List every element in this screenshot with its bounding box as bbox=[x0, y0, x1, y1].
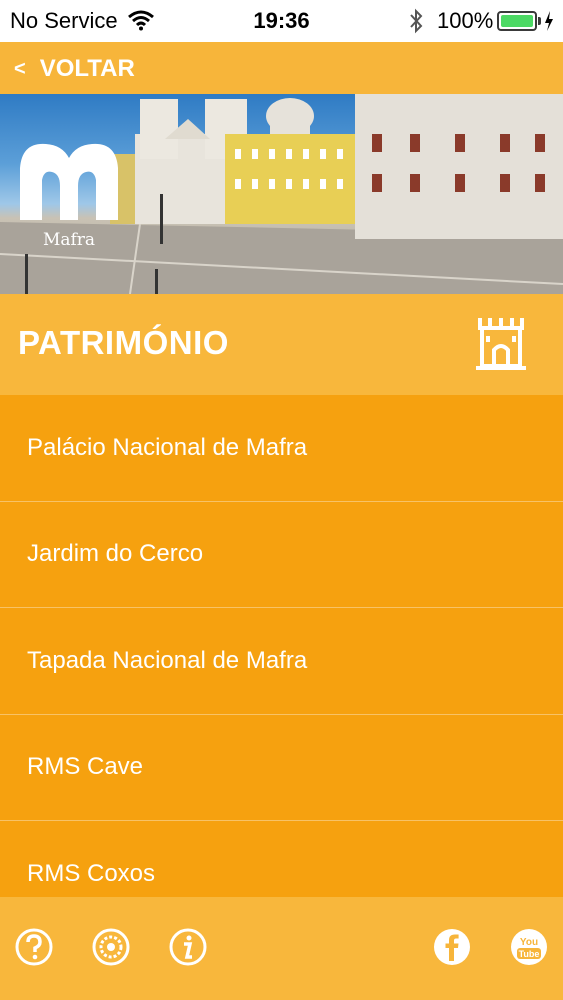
list-item[interactable]: Palácio Nacional de Mafra bbox=[0, 395, 563, 502]
back-label: VOLTAR bbox=[39, 55, 135, 82]
footer-toolbar: You Tube bbox=[0, 897, 563, 1000]
list-item-label: Jardim do Cerco bbox=[27, 540, 204, 568]
list-item[interactable]: Jardim do Cerco bbox=[0, 502, 563, 608]
list-item[interactable]: Tapada Nacional de Mafra bbox=[0, 608, 563, 715]
battery-icon bbox=[497, 11, 537, 31]
help-icon[interactable] bbox=[14, 927, 54, 967]
logo-text: Mafra bbox=[42, 230, 96, 250]
info-icon[interactable] bbox=[168, 927, 208, 967]
list-item[interactable]: RMS Coxos bbox=[0, 821, 563, 897]
castle-icon bbox=[476, 318, 526, 370]
chevron-left-icon: < bbox=[14, 57, 26, 80]
battery-nub bbox=[538, 17, 541, 25]
battery-percent: 100% bbox=[437, 8, 494, 33]
charging-icon bbox=[545, 11, 553, 31]
list-item[interactable]: RMS Cave bbox=[0, 715, 563, 821]
list-item-label: Palácio Nacional de Mafra bbox=[27, 433, 308, 461]
facebook-icon[interactable] bbox=[432, 927, 472, 967]
youtube-text-bottom: Tube bbox=[519, 949, 540, 959]
list-item-label: Tapada Nacional de Mafra bbox=[27, 646, 308, 674]
heritage-list: Palácio Nacional de Mafra Jardim do Cerc… bbox=[0, 395, 563, 897]
status-bar: No Service 19:36 100% bbox=[0, 0, 563, 42]
hero-image: Mafra bbox=[0, 94, 563, 294]
youtube-icon[interactable]: You Tube bbox=[509, 927, 549, 967]
mafra-logo bbox=[20, 143, 118, 220]
youtube-text-top: You bbox=[520, 937, 538, 948]
bluetooth-icon bbox=[410, 8, 423, 34]
section-title: PATRIMÓNIO bbox=[18, 324, 229, 361]
list-item-label: RMS Coxos bbox=[27, 860, 156, 888]
list-item-label: RMS Cave bbox=[27, 753, 144, 781]
navigation-bar: < VOLTAR bbox=[0, 42, 563, 94]
section-header: PATRIMÓNIO bbox=[0, 294, 563, 395]
settings-icon[interactable] bbox=[91, 927, 131, 967]
back-button[interactable]: < VOLTAR bbox=[14, 55, 135, 83]
